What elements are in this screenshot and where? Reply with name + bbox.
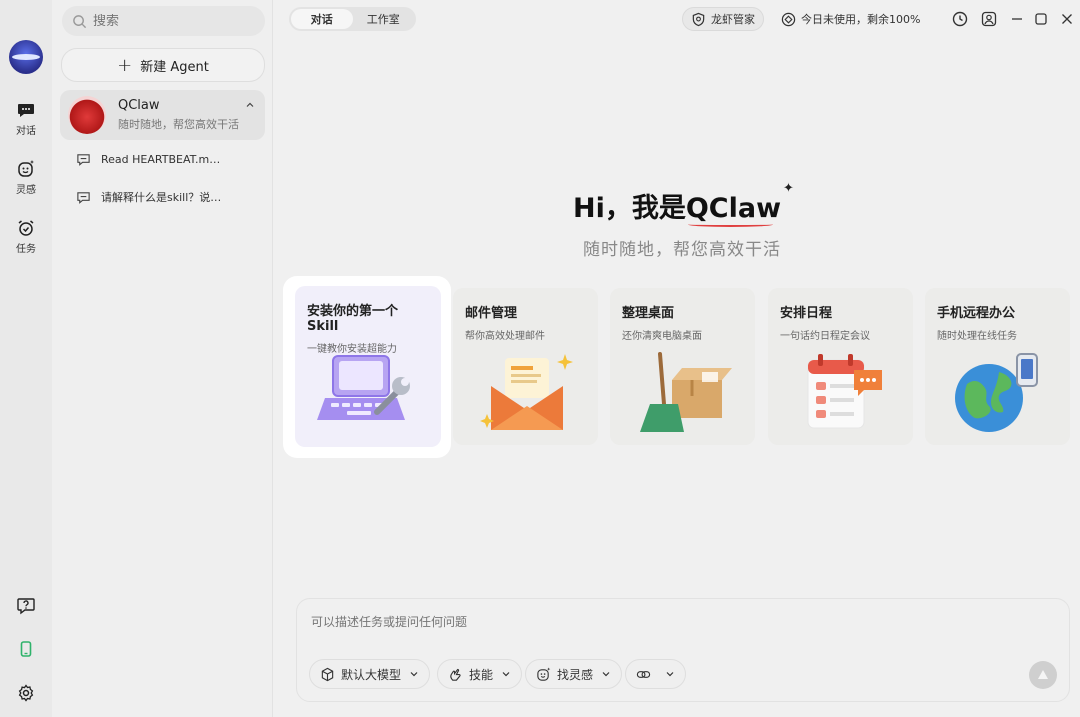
- chat-bubble-icon: [18, 104, 34, 117]
- manager-button[interactable]: 龙虾管家: [682, 7, 764, 31]
- skills-select-label: 技能: [469, 667, 494, 682]
- broom-box-icon: [640, 352, 732, 432]
- card-title: 安排日程: [780, 306, 833, 321]
- phone-icon[interactable]: [16, 639, 36, 659]
- maximize-icon[interactable]: [1033, 11, 1049, 27]
- envelope-icon: [480, 354, 573, 430]
- calendar-icon: [807, 354, 882, 429]
- hand-icon: [450, 668, 461, 681]
- tab-studio[interactable]: 工作室: [353, 9, 415, 29]
- skill-card-schedule[interactable]: 安排日程 一句话约日程定会议: [768, 288, 913, 445]
- rail-item-tasks-label: 任务: [16, 244, 36, 255]
- nav-rail: 对话 灵感 任务: [0, 0, 52, 717]
- rail-item-chat[interactable]: 对话: [4, 100, 48, 137]
- alarm-clock-icon: [18, 220, 34, 236]
- model-select-label: 默认大模型: [341, 667, 402, 682]
- agent-subtitle: 随时随地，帮您高效干活: [118, 118, 239, 131]
- new-agent-button[interactable]: + 新建 Agent: [61, 48, 265, 82]
- skill-card-desktop[interactable]: 整理桌面 还你清爽电脑桌面: [610, 288, 755, 445]
- send-arrow-icon: [1038, 670, 1048, 679]
- chevron-down-icon: [666, 672, 674, 677]
- help-icon[interactable]: [16, 595, 36, 615]
- sparkle-face-icon: [18, 160, 34, 177]
- conversation-sidebar: + 新建 Agent QClaw 随时随地，帮您高效干活 Read HEARTB…: [52, 0, 273, 717]
- message-input[interactable]: [311, 613, 1011, 637]
- cube-icon: [321, 667, 334, 681]
- conversation-title: 请解释什么是skill？说…: [101, 191, 222, 204]
- diamond-icon: [781, 12, 796, 26]
- chevron-down-icon: [502, 672, 510, 677]
- history-clock-icon[interactable]: [952, 11, 968, 27]
- model-select[interactable]: 默认大模型: [309, 659, 431, 689]
- top-bar: 对话 工作室 龙虾管家 今日未使用，剩余100%: [273, 0, 1080, 40]
- sparkle-icon: ✦: [783, 181, 794, 196]
- hero-title-prefix: Hi，我是: [573, 193, 686, 224]
- hero-subtitle: 随时随地，帮您高效干活: [583, 240, 781, 260]
- tab-chat[interactable]: 对话: [291, 9, 353, 29]
- card-title: 整理桌面: [622, 306, 675, 321]
- card-title: 手机远程办公: [937, 306, 1016, 321]
- shield-icon: [692, 12, 705, 26]
- app-logo[interactable]: [9, 40, 43, 74]
- rail-item-tasks[interactable]: 任务: [4, 218, 48, 255]
- skill-card-install[interactable]: 安装你的第一个Skill 一键教你安装超能力: [295, 286, 441, 447]
- usage-label: 今日未使用，剩余100%: [801, 13, 921, 26]
- search-icon: [73, 14, 87, 28]
- agent-avatar: [68, 96, 106, 134]
- inspiration-select-label: 找灵感: [557, 667, 594, 682]
- card-desc: 随时处理在线任务: [937, 331, 1017, 342]
- minimize-icon[interactable]: [1009, 11, 1025, 27]
- agent-name: QClaw: [118, 98, 160, 113]
- card-desc: 帮你高效处理邮件: [465, 331, 545, 342]
- chat-outline-icon: [77, 154, 90, 166]
- conversation-item[interactable]: Read HEARTBEAT.m…: [76, 152, 220, 167]
- chevron-down-icon: [410, 672, 418, 677]
- mode-tabs: 对话 工作室: [289, 7, 416, 31]
- rail-item-chat-label: 对话: [16, 126, 36, 137]
- chevron-down-icon: [602, 672, 610, 677]
- gear-icon[interactable]: [16, 683, 36, 703]
- link-icon: [636, 670, 651, 678]
- chat-outline-icon: [77, 191, 90, 204]
- message-composer: 默认大模型 技能 找灵感: [296, 598, 1070, 702]
- skill-card-mobile[interactable]: 手机远程办公 随时处理在线任务: [925, 288, 1070, 445]
- manager-label: 龙虾管家: [711, 13, 755, 26]
- skills-select[interactable]: 技能: [437, 659, 523, 689]
- new-agent-label: 新建 Agent: [140, 59, 209, 75]
- card-desc: 还你清爽电脑桌面: [622, 331, 702, 342]
- rail-item-inspiration[interactable]: 灵感: [4, 159, 48, 196]
- rail-bottom: [0, 595, 52, 703]
- sparkle-face-icon: [537, 666, 551, 681]
- card-desc: 一句话约日程定会议: [780, 331, 870, 342]
- usage-status[interactable]: 今日未使用，剩余100%: [773, 7, 928, 31]
- inspiration-select[interactable]: 找灵感: [525, 659, 623, 689]
- search-input[interactable]: [93, 13, 243, 29]
- card-title: 邮件管理: [465, 306, 518, 321]
- search-box[interactable]: [62, 6, 265, 36]
- agent-item-qclaw[interactable]: QClaw 随时随地，帮您高效干活: [60, 90, 265, 140]
- conversation-item[interactable]: 请解释什么是skill？说…: [76, 189, 221, 205]
- close-icon[interactable]: [1059, 11, 1075, 27]
- user-profile-icon[interactable]: [981, 11, 997, 27]
- skill-card-email[interactable]: 邮件管理 帮你高效处理邮件: [453, 288, 598, 445]
- card-title: 安装你的第一个Skill: [307, 304, 399, 334]
- send-button[interactable]: [1029, 661, 1057, 689]
- plus-icon: +: [117, 54, 133, 76]
- chevron-up-icon[interactable]: [245, 100, 255, 110]
- link-select[interactable]: [625, 659, 686, 689]
- conversation-title: Read HEARTBEAT.m…: [101, 153, 221, 166]
- hero-title-brand: QClaw: [685, 193, 782, 224]
- laptop-wrench-icon: [317, 355, 410, 420]
- globe-phone-icon: [955, 353, 1038, 432]
- hero-title: Hi，我是QClaw: [573, 186, 781, 225]
- rail-item-inspiration-label: 灵感: [16, 185, 36, 196]
